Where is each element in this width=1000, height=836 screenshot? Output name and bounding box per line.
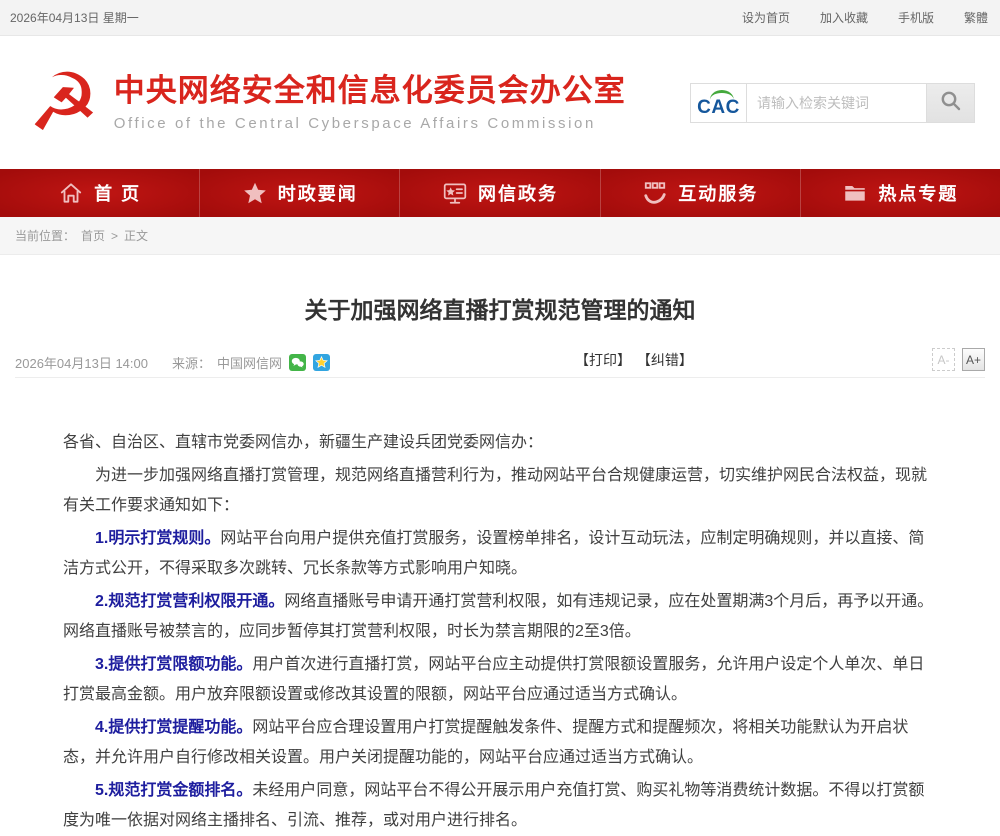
nav-label: 时政要闻 (278, 180, 358, 206)
article-meta-bar: 2026年04月13日 14:00 来源： 中国网信网 【打印】 【纠错】 A-… (15, 348, 985, 378)
item-3-lead: 3.提供打赏限额功能。 (95, 656, 252, 673)
source-name: 中国网信网 (217, 353, 282, 372)
home-icon (58, 180, 84, 206)
nav-item-hot-topics[interactable]: 热点专题 (801, 169, 1000, 217)
source-label: 来源： (172, 353, 211, 372)
paragraph-item-1: 1.明示打赏规则。网站平台向用户提供充值打赏服务，设置榜单排名，设计互动玩法，应… (63, 524, 937, 584)
breadcrumb-home-link[interactable]: 首页 (81, 227, 105, 244)
link-mobile-version[interactable]: 手机版 (898, 9, 934, 26)
item-2-lead: 2.规范打赏营利权限开通。 (95, 593, 284, 610)
star-icon (242, 180, 268, 206)
cac-logo: CAC (690, 83, 747, 123)
nav-label: 热点专题 (878, 180, 958, 206)
nav-label: 首 页 (94, 180, 141, 206)
item-5-lead: 5.规范打赏金额排名。 (95, 782, 252, 799)
cac-logo-arc (709, 90, 733, 100)
brand-text: 中央网络安全和信息化委员会办公室 Office of the Central C… (114, 73, 626, 133)
font-larger-button[interactable]: A+ (962, 348, 985, 371)
nav-item-political-news[interactable]: 时政要闻 (200, 169, 400, 217)
nav-item-cyberspace-affairs[interactable]: 网信政务 (400, 169, 600, 217)
main-nav: 首 页 时政要闻 网信政务 互动服 (0, 169, 1000, 217)
paragraph-item-3: 3.提供打赏限额功能。用户首次进行直播打赏，网站平台应主动提供打赏限额设置服务，… (63, 650, 937, 710)
nav-label: 网信政务 (478, 180, 558, 206)
paragraph-item-4: 4.提供打赏提醒功能。网站平台应合理设置用户打赏提醒触发条件、提醒方式和提醒频次… (63, 713, 937, 773)
error-correction-button[interactable]: 【纠错】 (637, 352, 693, 368)
cac-logo-text: CAC (697, 98, 740, 117)
current-date: 2026年04月13日 星期一 (10, 9, 139, 26)
folder-icon (842, 180, 868, 206)
item-1-lead: 1.明示打赏规则。 (95, 530, 220, 547)
paragraph-intro: 为进一步加强网络直播打赏管理，规范网络直播营利行为，推动网站平台合规健康运营，切… (63, 461, 937, 521)
breadcrumb-separator: > (111, 229, 118, 243)
link-traditional-chinese[interactable]: 繁體 (964, 9, 988, 26)
article-body: 各省、自治区、直辖市党委网信办，新疆生产建设兵团党委网信办： 为进一步加强网络直… (0, 378, 1000, 836)
wechat-share-icon[interactable] (289, 354, 306, 371)
monitor-icon (442, 180, 468, 206)
hand-service-icon (642, 180, 668, 206)
link-add-favorite[interactable]: 加入收藏 (820, 9, 868, 26)
paragraph-salutation: 各省、自治区、直辖市党委网信办，新疆生产建设兵团党委网信办： (63, 428, 937, 458)
qzone-share-icon[interactable] (313, 354, 330, 371)
item-4-lead: 4.提供打赏提醒功能。 (95, 719, 252, 736)
hammer-sickle-emblem-icon: ☭ (28, 63, 100, 143)
breadcrumb-label: 当前位置： (15, 227, 75, 244)
search-input[interactable] (747, 83, 927, 123)
nav-label: 互动服务 (678, 180, 758, 206)
article-title: 关于加强网络直播打赏规范管理的通知 (15, 295, 985, 326)
font-smaller-button[interactable]: A- (932, 348, 955, 371)
magnifier-icon (939, 89, 963, 116)
print-button[interactable]: 【打印】 (575, 352, 631, 368)
font-size-controls: A- A+ (932, 348, 985, 371)
site-subtitle-english: Office of the Central Cyberspace Affairs… (114, 115, 626, 132)
masthead: ☭ 中央网络安全和信息化委员会办公室 Office of the Central… (0, 36, 1000, 169)
article-date: 2026年04月13日 14:00 (15, 353, 148, 372)
article-tools: 【打印】 【纠错】 (575, 350, 695, 370)
paragraph-item-5: 5.规范打赏金额排名。未经用户同意，网站平台不得公开展示用户充值打赏、购买礼物等… (63, 776, 937, 836)
site-title: 中央网络安全和信息化委员会办公室 (114, 73, 626, 109)
link-set-homepage[interactable]: 设为首页 (742, 9, 790, 26)
article: 关于加强网络直播打赏规范管理的通知 2026年04月13日 14:00 来源： … (0, 295, 1000, 836)
paragraph-item-2: 2.规范打赏营利权限开通。网络直播账号申请开通打赏营利权限，如有违规记录，应在处… (63, 587, 937, 647)
nav-item-home[interactable]: 首 页 (0, 169, 200, 217)
search-button[interactable] (927, 83, 975, 123)
top-utility-bar: 2026年04月13日 星期一 设为首页 加入收藏 手机版 繁體 (0, 0, 1000, 36)
top-links: 设为首页 加入收藏 手机版 繁體 (712, 9, 988, 26)
breadcrumb: 当前位置： 首页 > 正文 (0, 217, 1000, 255)
search-bar: CAC (690, 83, 975, 123)
nav-item-interactive-services[interactable]: 互动服务 (601, 169, 801, 217)
breadcrumb-current: 正文 (124, 227, 148, 244)
